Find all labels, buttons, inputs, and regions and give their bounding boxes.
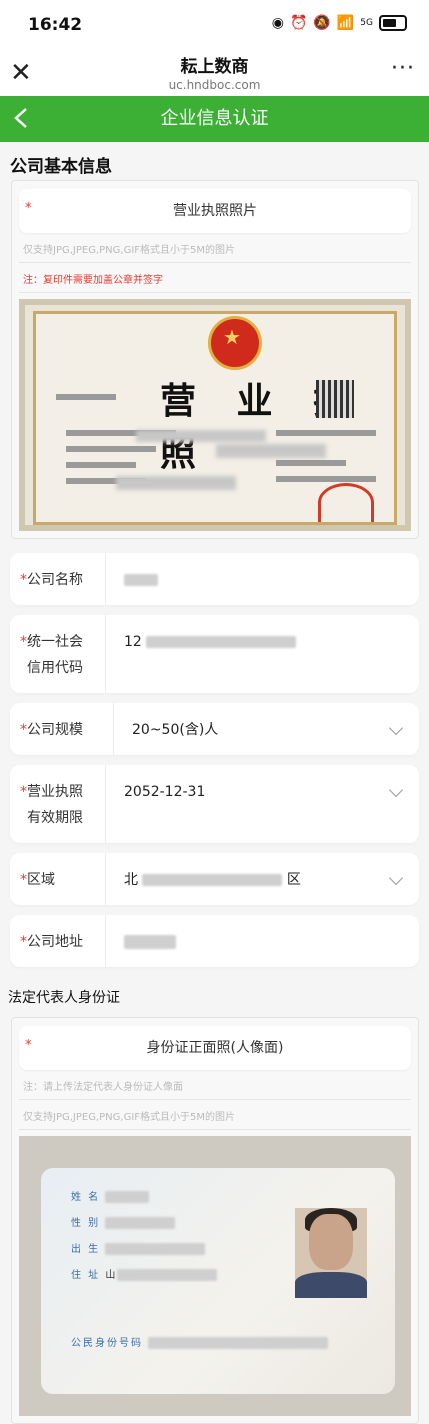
- signal-icon: 5G: [360, 18, 373, 28]
- field-label: *统一社会 信用代码: [10, 615, 106, 693]
- company-scale-field[interactable]: *公司规模 20~50(含)人: [10, 703, 419, 755]
- license-upload: * 营业执照照片 仅支持JPG,JPEG,PNG,GIF格式且小于5M的图片 注…: [11, 180, 419, 539]
- license-image[interactable]: 营 业 执 照: [19, 299, 411, 531]
- license-frame: 营 业 执 照: [33, 311, 397, 525]
- company-section-title: 公司基本信息: [10, 157, 112, 177]
- redacted-value: [146, 636, 297, 648]
- region-select[interactable]: 北 区: [106, 853, 419, 905]
- company-name-field[interactable]: *公司名称: [10, 553, 419, 605]
- page-header: 企业信息认证: [0, 96, 429, 142]
- id-format-hint: 仅支持JPG,JPEG,PNG,GIF格式且小于5M的图片: [19, 1100, 411, 1130]
- legal-section-title: 法定代表人身份证: [8, 990, 120, 1006]
- id-upload-note: 注：请上传法定代表人身份证人像面: [19, 1070, 411, 1100]
- id-upload: * 身份证正面照(人像面) 注：请上传法定代表人身份证人像面 仅支持JPG,JP…: [11, 1017, 419, 1424]
- redacted-block: [216, 444, 326, 458]
- license-text-line: [56, 394, 116, 400]
- field-label: *公司地址: [10, 915, 106, 967]
- license-validity-field[interactable]: *营业执照 有效期限 2052-12-31: [10, 765, 419, 843]
- company-name-input[interactable]: [106, 553, 419, 605]
- alarm-icon: ⏰: [289, 15, 308, 31]
- id-address-row: 住 址 山: [71, 1266, 218, 1281]
- qr-code-icon: [316, 380, 354, 418]
- status-bar: 16:42 ◉ ⏰ 🔕 📶 5G: [0, 0, 429, 50]
- license-upload-label: 营业执照照片: [173, 203, 257, 219]
- national-emblem-icon: [208, 316, 262, 370]
- back-icon[interactable]: [12, 107, 30, 129]
- required-mark: *: [25, 201, 32, 216]
- license-text-line: [66, 446, 156, 452]
- license-text-line: [276, 430, 376, 436]
- redacted-block: [136, 430, 266, 442]
- license-format-hint: 仅支持JPG,JPEG,PNG,GIF格式且小于5M的图片: [19, 233, 411, 263]
- license-validity-select[interactable]: 2052-12-31: [106, 765, 419, 843]
- license-upload-button[interactable]: * 营业执照照片: [19, 189, 411, 233]
- mute-icon: 🔕: [313, 15, 331, 31]
- chevron-down-icon: [388, 720, 404, 736]
- company-address-input[interactable]: [106, 915, 419, 967]
- credit-code-field[interactable]: *统一社会 信用代码 12: [10, 615, 419, 693]
- chevron-down-icon: [388, 870, 404, 886]
- navbar-title-group: 耘上数商 uc.hndboc.com: [0, 52, 429, 92]
- company-scale-select[interactable]: 20~50(含)人: [114, 703, 419, 755]
- seal-stamp: [318, 483, 374, 522]
- status-time: 16:42: [28, 15, 83, 35]
- field-label: *公司名称: [10, 553, 106, 605]
- credit-code-input[interactable]: 12: [106, 615, 419, 693]
- field-label: *区域: [10, 853, 106, 905]
- required-mark: *: [25, 1038, 32, 1053]
- id-name-row: 姓 名: [71, 1188, 150, 1203]
- id-upload-button[interactable]: * 身份证正面照(人像面): [19, 1026, 411, 1070]
- chevron-down-icon: [388, 782, 404, 798]
- navbar-title: 耘上数商: [180, 57, 249, 77]
- redacted-value: [124, 935, 176, 949]
- id-number-row: 公民身份号码: [71, 1334, 329, 1349]
- id-gender-row: 性 别: [71, 1214, 176, 1229]
- status-icons: ◉ ⏰ 🔕 📶 5G: [272, 15, 407, 31]
- redacted-block: [116, 476, 236, 490]
- eye-icon: ◉: [271, 15, 284, 31]
- redacted-value: [124, 574, 158, 586]
- battery-icon: [379, 15, 407, 31]
- license-text-line: [276, 476, 376, 482]
- page-title: 企业信息认证: [160, 108, 269, 129]
- id-upload-label: 身份证正面照(人像面): [146, 1040, 284, 1056]
- company-address-field[interactable]: *公司地址: [10, 915, 419, 967]
- field-label: *公司规模: [10, 703, 114, 755]
- license-text-line: [276, 460, 346, 466]
- field-label: *营业执照 有效期限: [10, 765, 106, 843]
- wifi-icon: 📶: [336, 15, 355, 31]
- id-card: 姓 名 性 别 出 生 住 址 山 公民身份号码: [41, 1168, 395, 1394]
- redacted-value: [142, 874, 283, 886]
- region-field[interactable]: *区域 北 区: [10, 853, 419, 905]
- id-portrait: [295, 1208, 367, 1298]
- more-icon[interactable]: ···: [391, 56, 415, 81]
- license-copy-note: 注：复印件需要加盖公章并签字: [19, 263, 411, 293]
- id-birth-row: 出 生: [71, 1240, 206, 1255]
- id-card-image[interactable]: 姓 名 性 别 出 生 住 址 山 公民身份号码: [19, 1136, 411, 1416]
- license-text-line: [66, 462, 136, 468]
- browser-navbar: ✕ 耘上数商 uc.hndboc.com ···: [0, 50, 429, 96]
- navbar-url: uc.hndboc.com: [168, 78, 261, 92]
